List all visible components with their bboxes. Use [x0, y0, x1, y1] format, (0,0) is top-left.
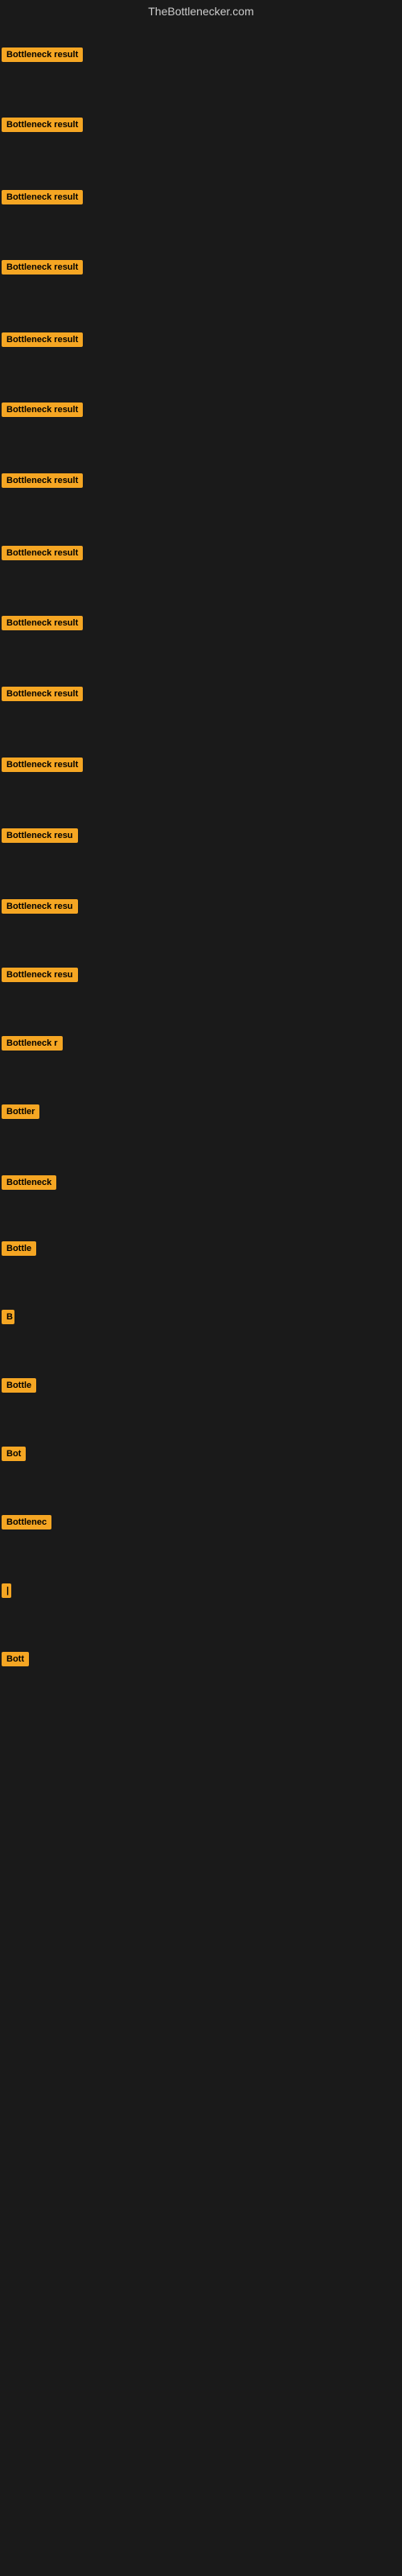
bottleneck-items-container	[0, 23, 402, 26]
bottleneck-badge-13[interactable]: Bottleneck resu	[2, 899, 78, 914]
bottleneck-badge-11[interactable]: Bottleneck result	[2, 758, 83, 772]
bottleneck-item-9: Bottleneck result	[2, 614, 83, 636]
bottleneck-item-18: Bottle	[2, 1240, 36, 1261]
bottleneck-badge-24[interactable]: Bott	[2, 1652, 29, 1666]
bottleneck-badge-3[interactable]: Bottleneck result	[2, 190, 83, 204]
site-title-container: TheBottlenecker.com	[0, 0, 402, 23]
bottleneck-badge-4[interactable]: Bottleneck result	[2, 260, 83, 275]
bottleneck-item-5: Bottleneck result	[2, 331, 83, 353]
bottleneck-item-13: Bottleneck resu	[2, 898, 78, 919]
bottleneck-item-21: Bot	[2, 1445, 26, 1467]
bottleneck-item-23: |	[2, 1582, 11, 1604]
bottleneck-badge-20[interactable]: Bottle	[2, 1378, 36, 1393]
bottleneck-badge-1[interactable]: Bottleneck result	[2, 47, 83, 62]
bottleneck-badge-2[interactable]: Bottleneck result	[2, 118, 83, 132]
bottleneck-badge-19[interactable]: B	[2, 1310, 14, 1324]
bottleneck-item-24: Bott	[2, 1650, 29, 1672]
bottleneck-badge-21[interactable]: Bot	[2, 1447, 26, 1461]
bottleneck-item-19: B	[2, 1308, 14, 1330]
bottleneck-badge-17[interactable]: Bottleneck	[2, 1175, 56, 1190]
bottleneck-item-20: Bottle	[2, 1377, 36, 1398]
bottleneck-item-22: Bottlenec	[2, 1513, 51, 1535]
bottleneck-badge-5[interactable]: Bottleneck result	[2, 332, 83, 347]
bottleneck-badge-18[interactable]: Bottle	[2, 1241, 36, 1256]
bottleneck-item-15: Bottleneck r	[2, 1034, 63, 1056]
bottleneck-item-11: Bottleneck result	[2, 756, 83, 778]
bottleneck-badge-16[interactable]: Bottler	[2, 1104, 39, 1119]
bottleneck-badge-14[interactable]: Bottleneck resu	[2, 968, 78, 982]
bottleneck-badge-23[interactable]: |	[2, 1583, 11, 1598]
bottleneck-item-17: Bottleneck	[2, 1174, 56, 1195]
bottleneck-item-8: Bottleneck result	[2, 544, 83, 566]
bottleneck-item-12: Bottleneck resu	[2, 827, 78, 848]
bottleneck-item-14: Bottleneck resu	[2, 966, 78, 988]
bottleneck-badge-8[interactable]: Bottleneck result	[2, 546, 83, 560]
bottleneck-item-7: Bottleneck result	[2, 472, 83, 493]
bottleneck-badge-7[interactable]: Bottleneck result	[2, 473, 83, 488]
bottleneck-badge-10[interactable]: Bottleneck result	[2, 687, 83, 701]
bottleneck-item-16: Bottler	[2, 1103, 39, 1125]
bottleneck-item-3: Bottleneck result	[2, 188, 83, 210]
bottleneck-badge-6[interactable]: Bottleneck result	[2, 402, 83, 417]
bottleneck-item-1: Bottleneck result	[2, 46, 83, 68]
bottleneck-item-6: Bottleneck result	[2, 401, 83, 423]
bottleneck-badge-12[interactable]: Bottleneck resu	[2, 828, 78, 843]
bottleneck-item-2: Bottleneck result	[2, 116, 83, 138]
bottleneck-badge-9[interactable]: Bottleneck result	[2, 616, 83, 630]
bottleneck-badge-22[interactable]: Bottlenec	[2, 1515, 51, 1530]
bottleneck-badge-15[interactable]: Bottleneck r	[2, 1036, 63, 1051]
bottleneck-item-10: Bottleneck result	[2, 685, 83, 707]
bottleneck-item-4: Bottleneck result	[2, 258, 83, 280]
site-title: TheBottlenecker.com	[0, 0, 402, 23]
